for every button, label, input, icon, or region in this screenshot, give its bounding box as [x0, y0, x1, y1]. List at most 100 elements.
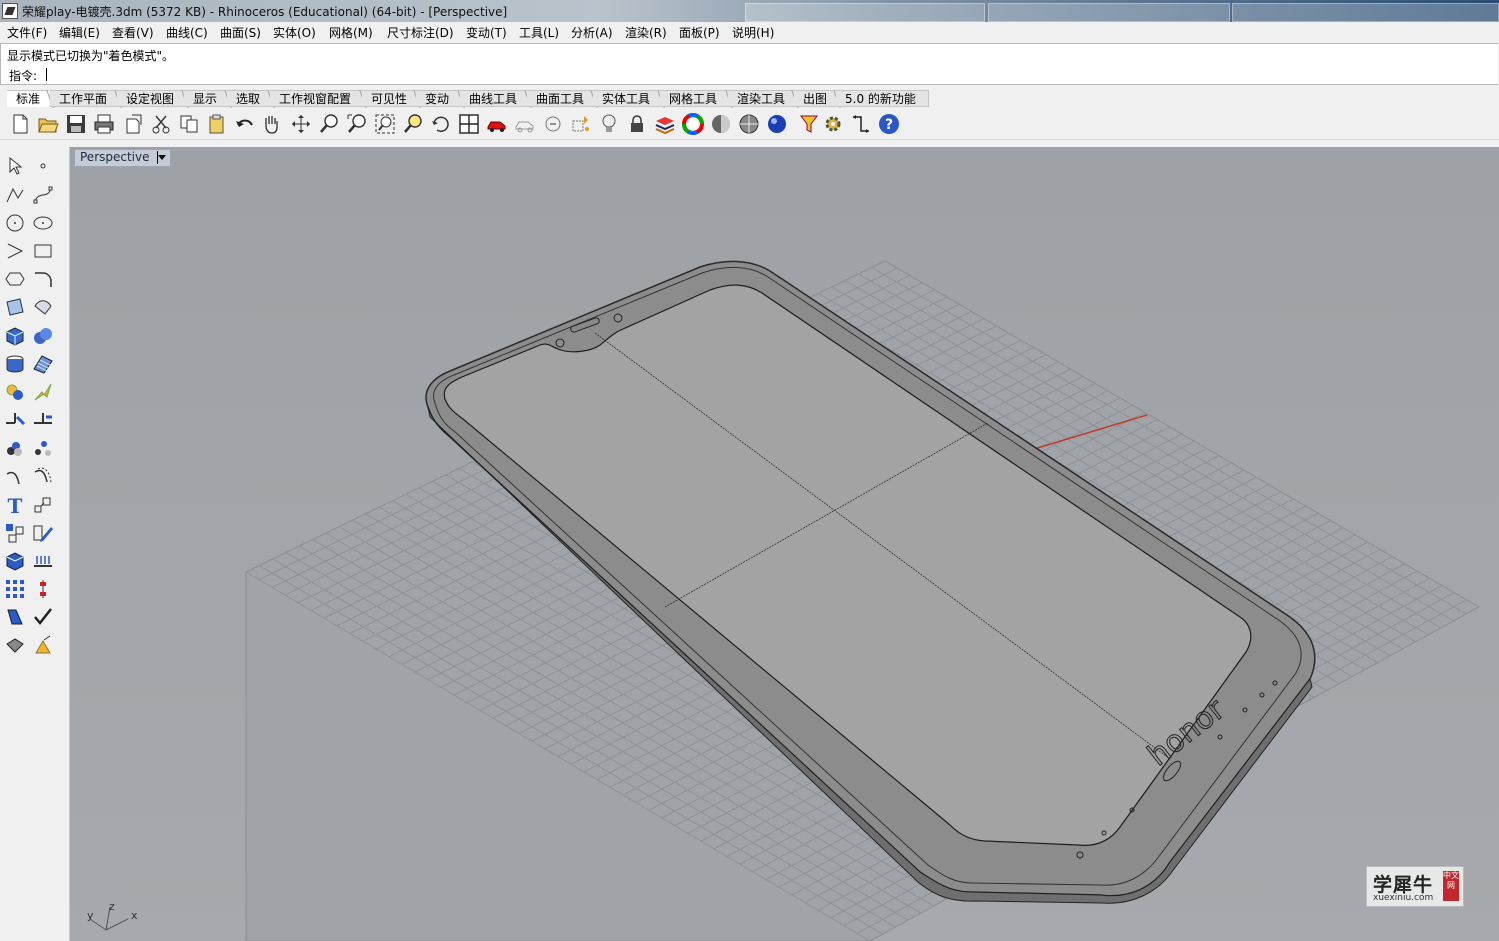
menu-panels[interactable]: 面板(P)	[679, 24, 720, 41]
check-icon[interactable]	[32, 606, 54, 628]
tab-transform[interactable]: 变动	[416, 90, 465, 108]
sphere-solid-icon[interactable]	[32, 325, 54, 347]
menu-solid[interactable]: 实体(O)	[273, 24, 316, 41]
dimension-icon[interactable]	[850, 113, 872, 135]
move-view-icon[interactable]	[290, 113, 312, 135]
four-viewports-icon[interactable]	[458, 113, 480, 135]
zoom-window-icon[interactable]	[318, 113, 340, 135]
menu-curve[interactable]: 曲线(C)	[166, 24, 208, 41]
mesh-plane-icon[interactable]	[32, 353, 54, 375]
tab-curve-tools[interactable]: 曲线工具	[460, 90, 532, 108]
scale-icon[interactable]	[32, 494, 54, 516]
light-object-icon[interactable]	[32, 634, 54, 656]
layer-icon[interactable]	[654, 113, 676, 135]
surface-from-points-icon[interactable]	[4, 296, 26, 318]
dimension-tool-icon[interactable]	[32, 550, 54, 572]
snap-points-icon[interactable]	[570, 113, 592, 135]
menu-transform[interactable]: 变动(T)	[466, 24, 507, 41]
tab-set-view[interactable]: 设定视图	[117, 90, 189, 108]
render-object-icon[interactable]	[4, 634, 26, 656]
tab-new-in-v5[interactable]: 5.0 的新功能	[836, 90, 929, 107]
control-points-icon[interactable]	[32, 578, 54, 600]
new-file-icon[interactable]	[9, 113, 31, 135]
import-icon[interactable]	[123, 113, 145, 135]
tab-visibility[interactable]: 可见性	[362, 90, 421, 108]
menu-analyze[interactable]: 分析(A)	[571, 24, 613, 41]
tab-mesh-tools[interactable]: 网格工具	[660, 90, 733, 108]
rendered-sphere-icon[interactable]	[738, 113, 760, 135]
shaded-sphere-icon[interactable]	[710, 113, 732, 135]
car-model-icon[interactable]	[486, 113, 508, 135]
array-icon[interactable]	[4, 522, 26, 544]
rectangle-icon[interactable]	[32, 240, 54, 262]
undo-icon[interactable]	[234, 113, 256, 135]
pan-hand-icon[interactable]	[260, 113, 282, 135]
copy-icon[interactable]	[178, 113, 200, 135]
loft-surface-icon[interactable]	[32, 296, 54, 318]
ellipse-icon[interactable]	[32, 212, 54, 234]
menu-file[interactable]: 文件(F)	[7, 24, 47, 41]
tab-viewport-layout[interactable]: 工作视窗配置	[270, 90, 367, 108]
tab-solid-tools[interactable]: 实体工具	[593, 90, 665, 108]
help-icon[interactable]: ?	[878, 113, 900, 135]
wireframe-car-icon[interactable]	[514, 113, 536, 135]
group-icon[interactable]	[4, 438, 26, 460]
color-wheel-icon[interactable]	[682, 113, 704, 135]
transform-move-icon[interactable]	[4, 381, 26, 403]
zoom-dynamic-icon[interactable]	[346, 113, 368, 135]
select-arrow-icon[interactable]	[4, 155, 26, 177]
point-on-icon[interactable]	[542, 113, 564, 135]
menu-help[interactable]: 说明(H)	[732, 24, 774, 41]
circle-icon[interactable]	[4, 212, 26, 234]
settings-gear-icon[interactable]	[822, 113, 844, 135]
zoom-selected-icon[interactable]	[402, 113, 424, 135]
blend-curve-icon[interactable]	[4, 466, 26, 488]
point-icon[interactable]	[32, 155, 54, 177]
print-icon[interactable]	[93, 113, 115, 135]
box-solid-icon[interactable]	[4, 325, 26, 347]
tab-display[interactable]: 显示	[184, 90, 232, 108]
edit-points-icon[interactable]	[32, 522, 54, 544]
light-bulb-icon[interactable]	[598, 113, 620, 135]
trim-icon[interactable]	[32, 409, 54, 431]
lock-icon[interactable]	[626, 113, 648, 135]
polygon-icon[interactable]	[4, 268, 26, 290]
tab-surface-tools[interactable]: 曲面工具	[527, 90, 598, 108]
ungroup-icon[interactable]	[32, 438, 54, 460]
menu-edit[interactable]: 编辑(E)	[59, 24, 100, 41]
zoom-extents-icon[interactable]	[374, 113, 396, 135]
open-file-icon[interactable]	[37, 113, 59, 135]
command-line[interactable]: 指令:	[0, 65, 1498, 85]
tab-select[interactable]: 选取	[227, 90, 275, 108]
menu-dimension[interactable]: 尺寸标注(D)	[387, 24, 454, 41]
analyze-curvature-icon[interactable]	[4, 606, 26, 628]
tab-drafting[interactable]: 出图	[794, 90, 841, 108]
menu-surface[interactable]: 曲面(S)	[220, 24, 261, 41]
menu-mesh[interactable]: 网格(M)	[329, 24, 373, 41]
offset-curve-icon[interactable]	[32, 466, 54, 488]
save-icon[interactable]	[65, 113, 87, 135]
split-icon[interactable]	[4, 409, 26, 431]
curve-cv-icon[interactable]	[32, 184, 54, 206]
perspective-viewport[interactable]: honor z y x Perspective 学犀牛 xuexiniu.com…	[70, 147, 1499, 941]
mesh-box-icon[interactable]	[4, 550, 26, 572]
tab-standard[interactable]: 标准	[7, 90, 54, 108]
menu-tools[interactable]: 工具(L)	[519, 24, 559, 41]
blue-sphere-icon[interactable]	[766, 113, 788, 135]
tab-render-tools[interactable]: 渲染工具	[728, 90, 799, 108]
cylinder-mesh-icon[interactable]	[4, 353, 26, 375]
rotate-view-icon[interactable]	[430, 113, 452, 135]
text-object-icon[interactable]: T	[4, 494, 26, 516]
filter-icon[interactable]	[798, 113, 820, 135]
explode-icon[interactable]	[32, 381, 54, 403]
grid-points-icon[interactable]	[4, 578, 26, 600]
viewport-menu-arrow-icon[interactable]	[157, 155, 166, 160]
cut-icon[interactable]	[150, 113, 172, 135]
fillet-curve-icon[interactable]	[32, 268, 54, 290]
polyline-icon[interactable]	[4, 184, 26, 206]
tab-cplanes[interactable]: 工作平面	[50, 90, 122, 108]
arc-icon[interactable]	[4, 240, 26, 262]
menu-render[interactable]: 渲染(R)	[625, 24, 667, 41]
paste-icon[interactable]	[206, 113, 228, 135]
viewport-title-tab[interactable]: Perspective	[74, 149, 171, 167]
